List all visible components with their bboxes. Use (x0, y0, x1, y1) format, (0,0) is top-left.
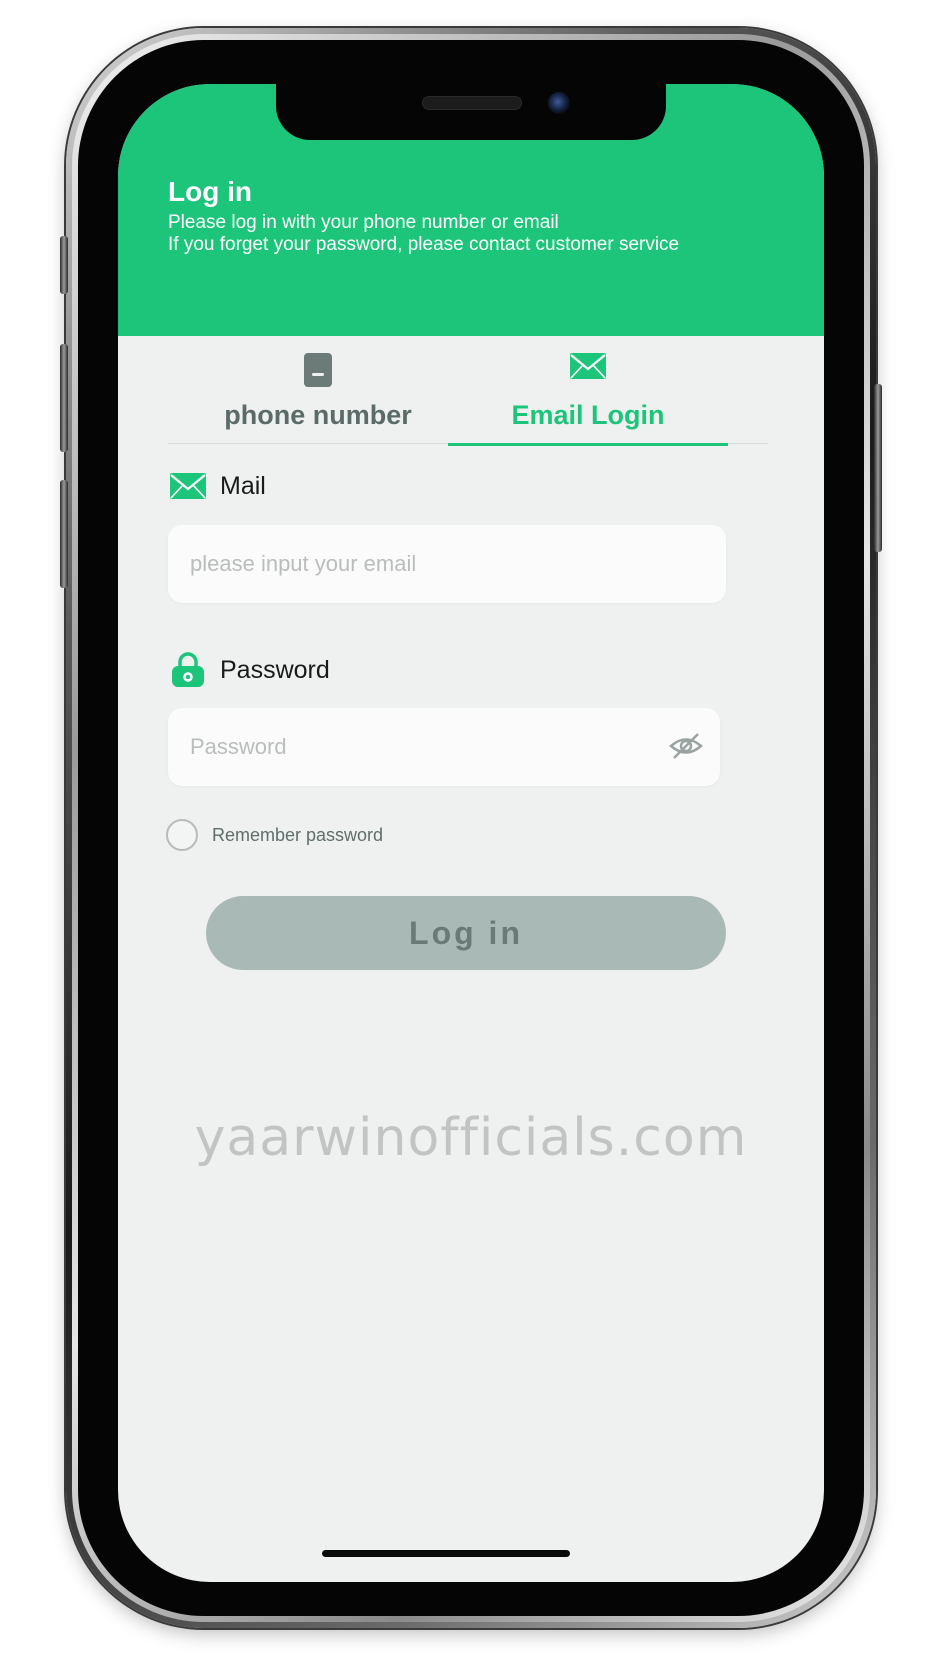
remember-password-label: Remember password (212, 824, 384, 845)
tab-phone-number[interactable]: phone number (168, 336, 468, 444)
volume-down-button (60, 480, 68, 588)
phone-icon (303, 352, 333, 393)
email-field[interactable] (190, 525, 670, 603)
speaker-grille (422, 96, 522, 110)
header-instruction-line-2: If you forget your password, please cont… (168, 234, 680, 255)
password-field[interactable] (190, 708, 670, 786)
home-indicator[interactable] (322, 1550, 570, 1557)
login-button[interactable]: Log in (206, 896, 726, 970)
mail-label-row: Mail (168, 466, 266, 506)
password-field-box (168, 708, 720, 786)
header-instruction-line-1: Please log in with your phone number or … (168, 212, 559, 233)
phone-screen: Log in Please log in with your phone num… (118, 84, 824, 1582)
mute-switch (60, 236, 68, 294)
remember-password-radio[interactable] (166, 819, 198, 851)
remember-password-option[interactable]: Remember password (166, 818, 383, 852)
envelope-icon (168, 466, 208, 506)
notch (276, 84, 666, 140)
email-field-box (168, 525, 726, 603)
volume-up-button (60, 344, 68, 452)
power-button (874, 384, 882, 552)
page-title: Log in (168, 176, 252, 207)
watermark: yaarwinofficials.com (194, 1108, 748, 1168)
password-label: Password (220, 655, 330, 684)
tab-phone-number-label: phone number (224, 400, 412, 430)
lock-icon (168, 650, 208, 690)
front-camera-icon (548, 92, 570, 114)
eye-closed-icon[interactable] (668, 730, 704, 762)
tab-email-login[interactable]: Email Login (448, 336, 728, 446)
tab-email-login-label: Email Login (511, 400, 665, 430)
active-tab-indicator (448, 443, 728, 446)
mail-label: Mail (220, 471, 266, 500)
password-label-row: Password (168, 650, 330, 690)
login-header: Log in Please log in with your phone num… (118, 84, 824, 336)
envelope-icon (569, 352, 607, 385)
login-method-tabs: phone number Email Login (168, 336, 768, 446)
